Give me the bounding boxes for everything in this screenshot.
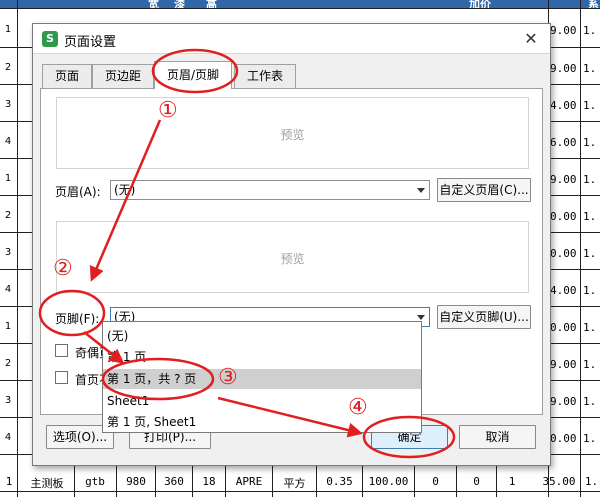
footer-option[interactable]: 第 1 页, Sheet1 <box>103 412 421 432</box>
header-select[interactable]: (无) <box>110 180 430 200</box>
dialog-title: 页面设置 <box>64 35 117 50</box>
cell-value: 0.35 <box>326 475 353 488</box>
odd-even-checkbox[interactable] <box>55 344 68 357</box>
tab-margins[interactable]: 页边距 <box>92 64 154 88</box>
header-label: 页眉(A): <box>55 185 101 199</box>
cell-value: APRE <box>235 475 263 488</box>
cell-value: 0 <box>473 475 480 488</box>
annotation-step-4: ④ <box>348 395 368 420</box>
cell-value: 1. <box>583 99 597 112</box>
footer-option-selected[interactable]: 第 1 页，共 ? 页 <box>103 369 421 389</box>
tab-sheet[interactable]: 工作表 <box>234 64 296 88</box>
close-icon[interactable]: ✕ <box>520 28 542 50</box>
sheet-header-cell: 高 <box>206 0 217 11</box>
row-number: 3 <box>4 247 12 258</box>
cell-value: 360 <box>164 475 184 488</box>
header-preview-box: 预览 <box>56 97 529 169</box>
footer-label: 页脚(F): <box>55 312 100 326</box>
row-number: 3 <box>4 99 12 110</box>
row-number: 4 <box>4 284 12 295</box>
cell-value: 1. <box>583 210 597 223</box>
cell-value: 1 <box>508 475 516 488</box>
sheet-header-band <box>0 0 600 8</box>
footer-preview-box: 预览 <box>56 221 529 293</box>
cell-value: 9.00 <box>550 358 577 371</box>
row-number: 2 <box>4 62 12 73</box>
custom-footer-button[interactable]: 自定义页脚(U)... <box>437 305 531 329</box>
cell-value: 平方 <box>283 477 306 490</box>
annotation-step-2: ② <box>53 256 73 281</box>
cell-value: 9.00 <box>550 395 577 408</box>
sheet-header-cell: 漆 <box>174 0 185 11</box>
cell-value: 4.00 <box>550 284 577 297</box>
row-number: 1 <box>4 173 12 184</box>
cell-value: 1. <box>583 247 597 260</box>
custom-header-button[interactable]: 自定义页眉(C)... <box>437 178 531 202</box>
cell-value: 1. <box>583 321 597 334</box>
header-select-value: (无) <box>114 183 136 197</box>
footer-option[interactable]: 第 1 页 <box>103 347 421 367</box>
cell-value: 9.00 <box>550 62 577 75</box>
annotation-step-3: ③ <box>218 365 238 390</box>
cancel-button[interactable]: 取消 <box>459 425 536 449</box>
cell-value: 0.00 <box>550 210 577 223</box>
cell-value: 主测板 <box>30 477 64 490</box>
cell-value: 0.00 <box>550 432 577 445</box>
cell-value: 0.00 <box>550 247 577 260</box>
cell-value: 1. <box>583 284 597 297</box>
cell-value: 6.00 <box>550 136 577 149</box>
cell-value: 980 <box>126 475 146 488</box>
sheet-header-cell: 宽 <box>148 0 159 11</box>
cell-value: 1 <box>5 475 13 488</box>
cell-value: 1. <box>583 395 597 408</box>
first-page-checkbox[interactable] <box>55 371 68 384</box>
cell-value: 1. <box>583 24 597 37</box>
cell-value: 1. <box>583 62 597 75</box>
wps-app-icon: S <box>42 31 58 47</box>
row-number: 3 <box>4 395 12 406</box>
cell-value: 1. <box>583 136 597 149</box>
cell-value: gtb <box>85 475 105 488</box>
cell-value: 1. <box>584 475 599 488</box>
cell-value: 4.00 <box>550 99 577 112</box>
cell-value: 35.00 <box>542 475 576 488</box>
tab-page[interactable]: 页面 <box>42 64 92 88</box>
cell-value: 9.00 <box>550 173 577 186</box>
dialog-titlebar[interactable]: S 页面设置 ✕ <box>33 24 550 54</box>
cell-value: 1. <box>583 358 597 371</box>
header-preview-text: 预览 <box>280 128 305 142</box>
cell-value: 1. <box>583 173 597 186</box>
footer-preview-text: 预览 <box>280 252 305 266</box>
cell-value: 0 <box>432 475 439 488</box>
footer-option[interactable]: (无) <box>103 326 421 346</box>
chevron-down-icon <box>417 315 425 320</box>
cell-value: 1. <box>583 432 597 445</box>
row-number: 1 <box>4 321 12 332</box>
row-number: 2 <box>4 210 12 221</box>
cell-value: 0.00 <box>550 321 577 334</box>
row-number: 2 <box>4 358 12 369</box>
row-number: 4 <box>4 432 12 443</box>
row-number: 1 <box>4 24 12 35</box>
tab-header-footer[interactable]: 页眉/页脚 <box>154 61 232 89</box>
annotation-step-1: ① <box>158 98 178 123</box>
footer-options-list: (无) 第 1 页 第 1 页，共 ? 页 Sheet1 第 1 页, Shee… <box>102 321 422 433</box>
footer-option[interactable]: Sheet1 <box>103 391 421 411</box>
sheet-header-cell: 系 <box>588 0 599 11</box>
sheet-header-cell: 加价 <box>469 0 491 11</box>
cell-value: 18 <box>202 475 216 488</box>
cell-value: 9.00 <box>550 24 577 37</box>
cell-value: 100.00 <box>368 475 409 488</box>
chevron-down-icon <box>417 188 425 193</box>
row-number: 4 <box>4 136 12 147</box>
